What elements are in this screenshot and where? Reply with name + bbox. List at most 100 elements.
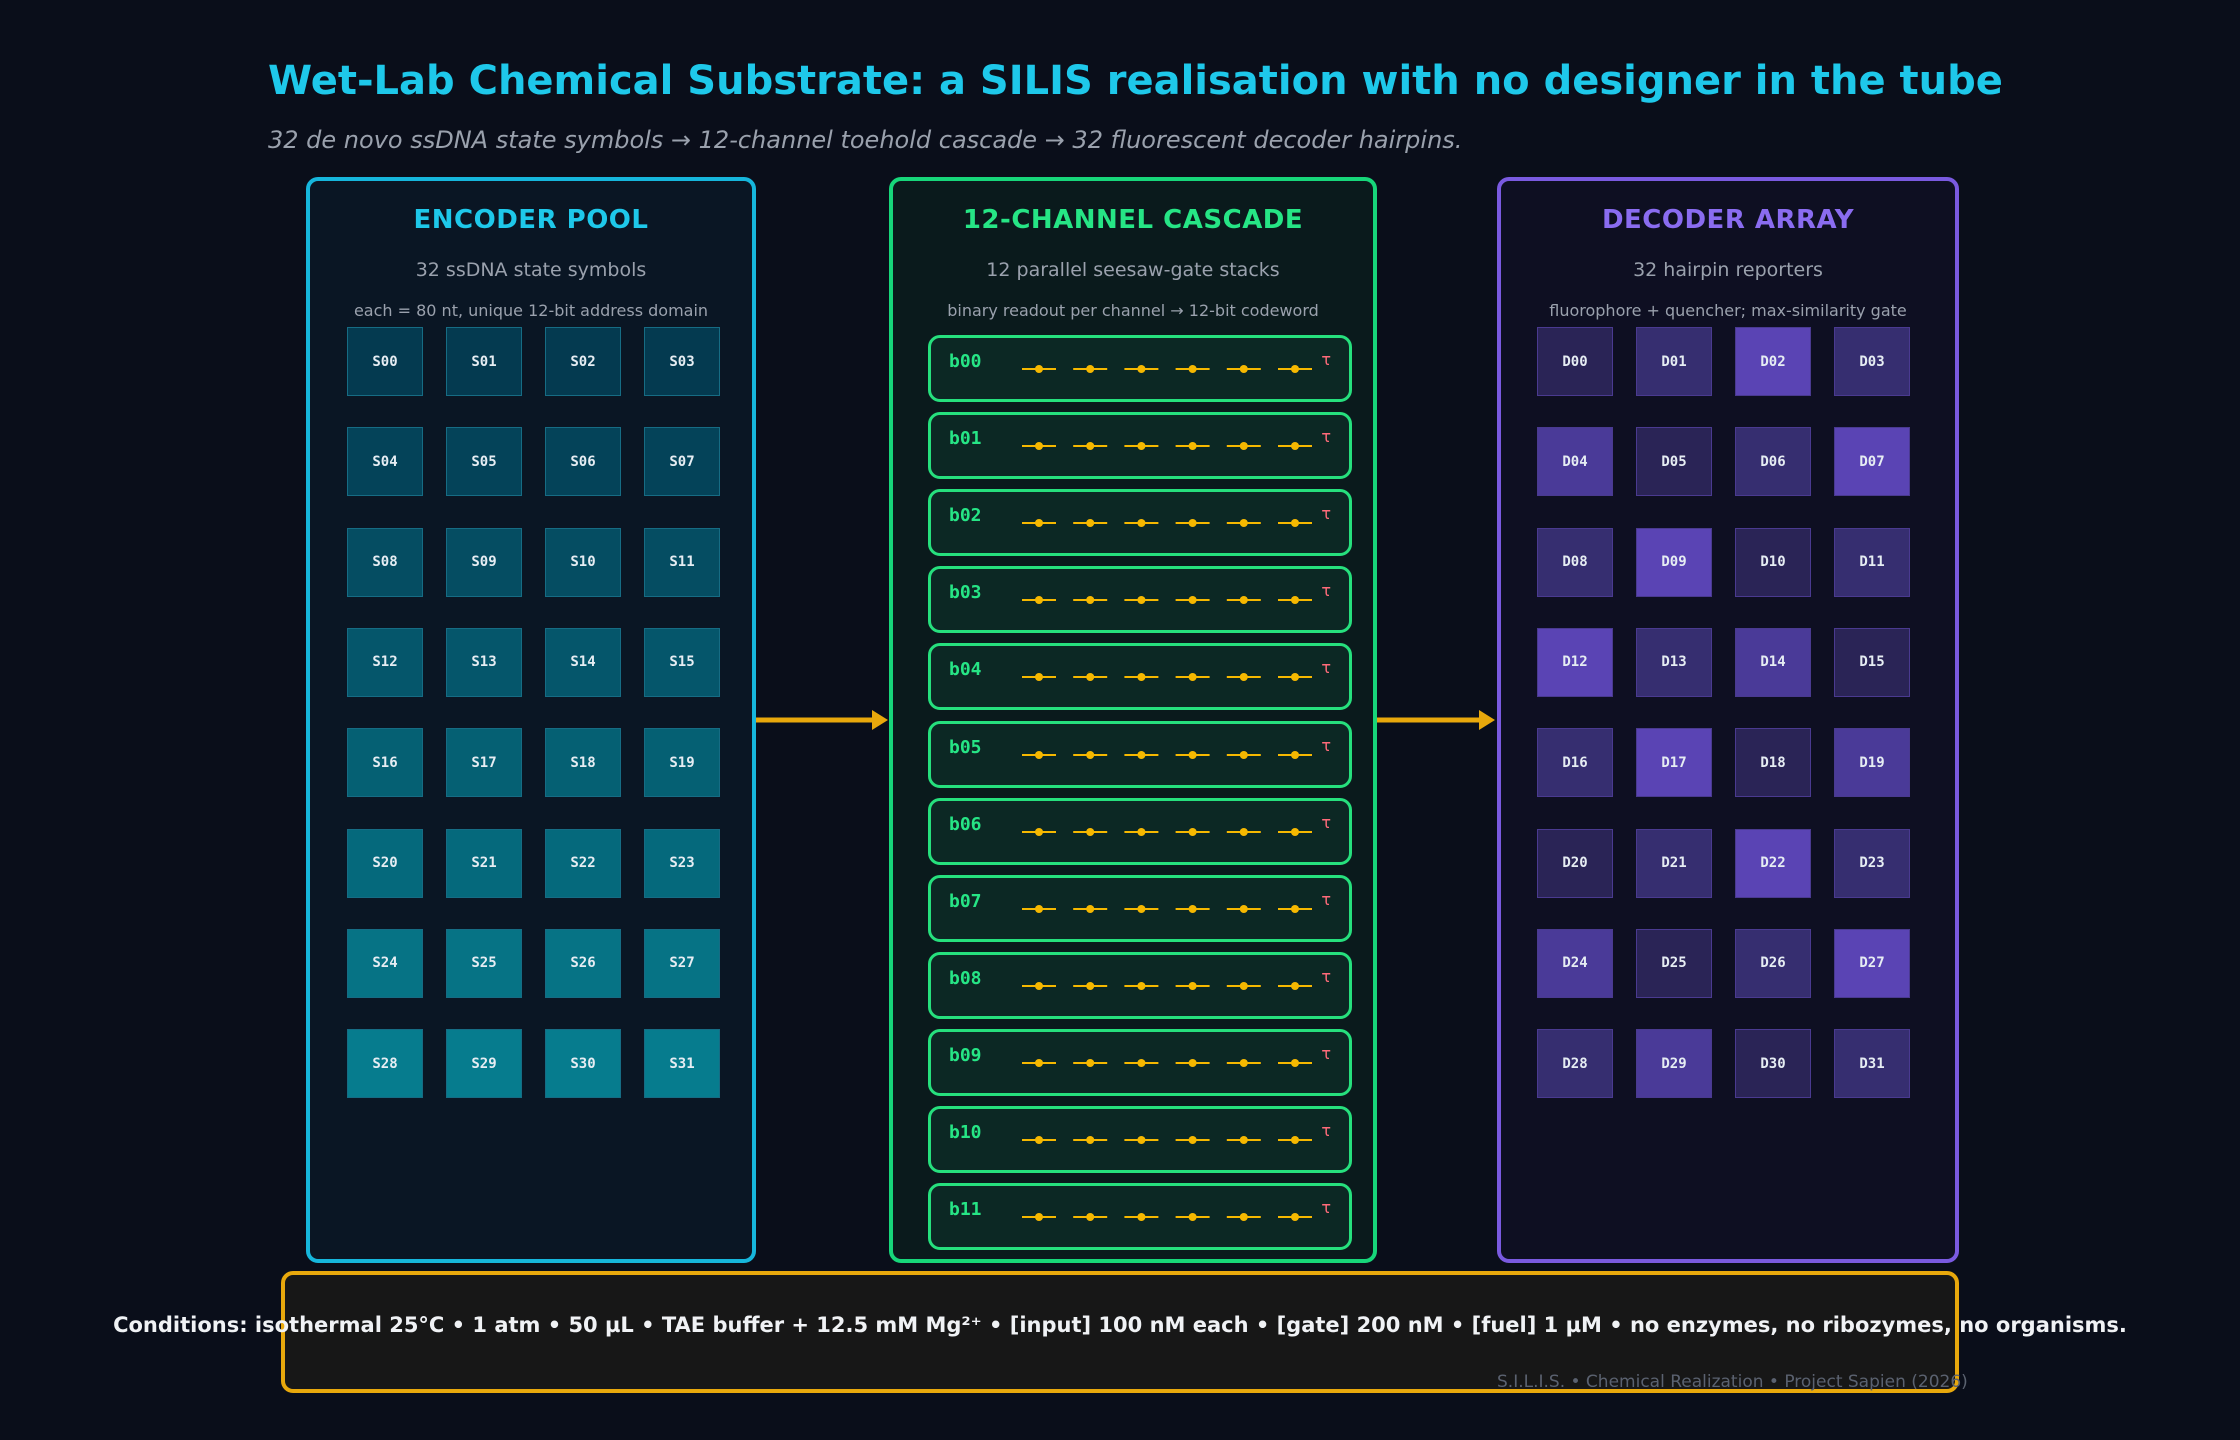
encoder-symbol: S22: [545, 828, 621, 898]
decoder-reporter: D28: [1537, 1029, 1613, 1099]
seesaw-gate-dot: [1086, 673, 1095, 682]
seesaw-gate-dot: [1035, 442, 1043, 451]
encoder-symbol: S04: [347, 427, 423, 497]
decoder-reporter: D04: [1537, 427, 1613, 497]
seesaw-gate-stack: [1022, 827, 1312, 836]
seesaw-gate-dot: [1239, 750, 1248, 759]
decoder-reporter: D08: [1537, 527, 1613, 597]
encoder-symbol: S11: [644, 527, 720, 597]
seesaw-gate-dot: [1239, 1213, 1248, 1222]
seesaw-gate-dot: [1137, 981, 1146, 990]
seesaw-gate-dot: [1291, 365, 1299, 373]
encoder-symbol: S15: [644, 627, 720, 697]
cascade-subtitle: 12 parallel seesaw-gate stacks: [986, 259, 1280, 281]
cascade-panel: 12-CHANNEL CASCADE 12 parallel seesaw-ga…: [889, 177, 1377, 1263]
encoder-symbol: S27: [644, 928, 720, 998]
seesaw-gate-dot: [1086, 1058, 1095, 1067]
seesaw-gate-dot: [1239, 827, 1248, 836]
seesaw-gate-dot: [1137, 1213, 1146, 1222]
seesaw-gate-dot: [1291, 1136, 1299, 1144]
seesaw-gate-dot: [1239, 1136, 1248, 1144]
seesaw-gate-dot: [1188, 1058, 1197, 1067]
decoder-array-subtitle: 32 hairpin reporters: [1633, 259, 1823, 281]
decoder-reporter: D09: [1636, 527, 1712, 597]
credit-line: S.I.L.I.S. • Chemical Realization • Proj…: [1497, 1372, 1968, 1392]
seesaw-gate-dot: [1188, 365, 1197, 373]
seesaw-gate-stack: [1022, 1213, 1312, 1222]
seesaw-gate-dot: [1291, 519, 1299, 528]
encoder-symbol: S24: [347, 928, 423, 998]
seesaw-gate-dot: [1137, 904, 1146, 913]
decoder-reporter: D11: [1834, 527, 1910, 597]
decoder-reporter: D10: [1735, 527, 1811, 597]
seesaw-gate-stack: [1022, 981, 1312, 990]
channel-row: b04 τ: [928, 643, 1352, 711]
decoder-reporter: D03: [1834, 327, 1910, 396]
seesaw-gate-dot: [1137, 750, 1146, 759]
page-subtitle: 32 de novo ssDNA state symbols → 12-chan…: [268, 126, 1463, 154]
seesaw-gate-dot: [1035, 827, 1043, 836]
seesaw-gate-dot: [1086, 1136, 1095, 1144]
threshold-tau: τ: [1321, 966, 1331, 986]
decoder-reporter: D22: [1735, 828, 1811, 898]
seesaw-gate-dot: [1035, 981, 1043, 990]
encoder-symbol: S28: [347, 1029, 423, 1099]
seesaw-gate-stack: [1022, 904, 1312, 913]
threshold-tau: τ: [1321, 812, 1331, 832]
seesaw-gate-dot: [1291, 673, 1299, 682]
encoder-symbol: S21: [446, 828, 522, 898]
encoder-symbol: S29: [446, 1029, 522, 1099]
seesaw-gate-dot: [1291, 750, 1299, 759]
seesaw-gate-dot: [1137, 442, 1146, 451]
decoder-reporter: D26: [1735, 928, 1811, 998]
seesaw-gate-dot: [1239, 519, 1248, 528]
decoder-reporter: D12: [1537, 627, 1613, 697]
decoder-reporter: D31: [1834, 1029, 1910, 1099]
channel-row: b10 τ: [928, 1106, 1352, 1173]
decoder-reporter: D20: [1537, 828, 1613, 898]
seesaw-gate-dot: [1188, 596, 1197, 605]
channel-row: b01 τ: [928, 412, 1352, 480]
conditions-text: Conditions: isothermal 25°C • 1 atm • 50…: [113, 1313, 2127, 1337]
encoder-symbol: S14: [545, 627, 621, 697]
seesaw-gate-stack: [1022, 519, 1312, 528]
decoder-reporter: D07: [1834, 427, 1910, 497]
seesaw-gate-dot: [1035, 596, 1043, 605]
cascade-to-decoder-arrow: [1377, 710, 1495, 730]
channel-row: b08 τ: [928, 951, 1352, 1019]
encoder-symbol: S30: [545, 1029, 621, 1099]
decoder-reporter: D16: [1537, 728, 1613, 798]
encoder-symbol: S09: [446, 527, 522, 597]
seesaw-gate-stack: [1022, 596, 1312, 605]
encoder-pool-panel: ENCODER POOL 32 ssDNA state symbols each…: [306, 177, 756, 1263]
seesaw-gate-dot: [1086, 750, 1095, 759]
decoder-array-panel: DECODER ARRAY 32 hairpin reporters fluor…: [1497, 177, 1959, 1263]
seesaw-gate-dot: [1239, 1058, 1248, 1067]
seesaw-gate-dot: [1188, 1136, 1197, 1144]
seesaw-gate-dot: [1291, 1213, 1299, 1222]
seesaw-gate-dot: [1188, 827, 1197, 836]
encoder-symbol: S03: [644, 327, 720, 396]
seesaw-gate-dot: [1035, 673, 1043, 682]
encoder-symbol: S16: [347, 728, 423, 798]
encoder-pool-title: ENCODER POOL: [413, 205, 649, 235]
seesaw-gate-dot: [1291, 904, 1299, 913]
encoder-symbol: S13: [446, 627, 522, 697]
decoder-array-title: DECODER ARRAY: [1601, 205, 1855, 235]
seesaw-gate-dot: [1035, 750, 1043, 759]
encoder-pool-subtitle: 32 ssDNA state symbols: [415, 259, 647, 281]
encoder-symbol: S08: [347, 527, 423, 597]
seesaw-gate-dot: [1086, 365, 1095, 373]
threshold-tau: τ: [1321, 504, 1331, 524]
decoder-reporter: D15: [1834, 627, 1910, 697]
decoder-reporter: D05: [1636, 427, 1712, 497]
threshold-tau: τ: [1321, 581, 1331, 601]
decoder-reporter: D27: [1834, 928, 1910, 998]
seesaw-gate-dot: [1086, 596, 1095, 605]
threshold-tau: τ: [1321, 889, 1331, 909]
encoder-symbol: S12: [347, 627, 423, 697]
encoder-symbol: S07: [644, 427, 720, 497]
encoder-symbol: S23: [644, 828, 720, 898]
encoder-symbol: S31: [644, 1029, 720, 1099]
seesaw-gate-dot: [1188, 442, 1197, 451]
